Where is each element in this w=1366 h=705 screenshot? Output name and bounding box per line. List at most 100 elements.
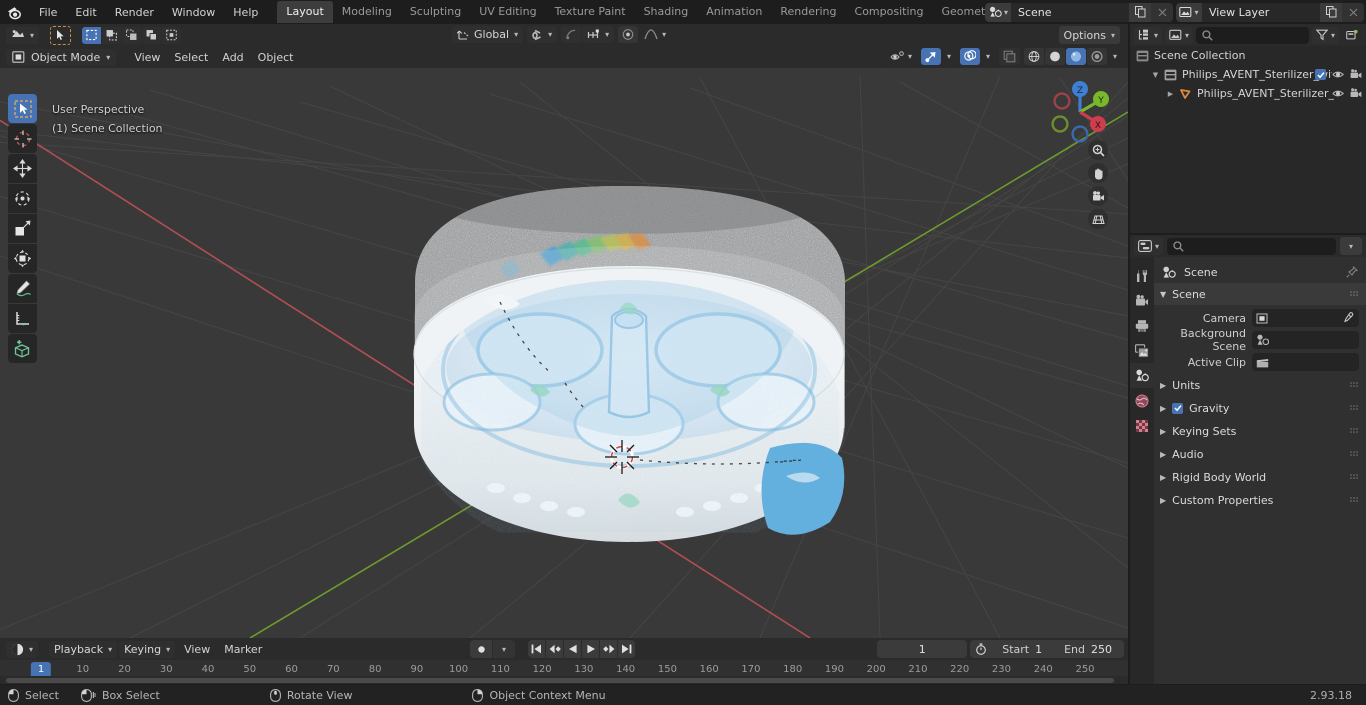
eyedropper-icon[interactable] [1342, 312, 1354, 324]
shading-wireframe-icon[interactable] [1023, 48, 1044, 65]
tool-measure[interactable] [8, 304, 37, 333]
panel-enable-checkbox[interactable] [1172, 402, 1184, 414]
transform-orientation-dropdown[interactable]: Global ▾ [452, 26, 524, 43]
property-field-input[interactable] [1252, 309, 1359, 327]
property-field-active-clip[interactable]: Active Clip [1154, 352, 1366, 372]
property-field-input[interactable] [1252, 331, 1359, 349]
end-frame-value[interactable]: 250 [1091, 643, 1124, 656]
outliner-display-mode-icon[interactable]: ▾ [1134, 26, 1163, 44]
duplicate-icon[interactable] [1129, 2, 1151, 22]
overlays-dropdown[interactable]: ▾ [980, 48, 995, 65]
viewport-menu-object[interactable]: Object [251, 49, 301, 66]
select-box-icon[interactable] [82, 26, 102, 44]
panel-header-units[interactable]: ▶ Units [1154, 374, 1366, 396]
viewport-menu-view[interactable]: View [127, 49, 167, 66]
menu-render[interactable]: Render [106, 3, 163, 22]
property-field-camera[interactable]: Camera [1154, 308, 1366, 328]
disclosure-triangle-right-icon[interactable]: ▶ [1160, 404, 1166, 413]
eye-visibility-icon[interactable] [1332, 69, 1344, 80]
panel-header-rigid-body-world[interactable]: ▶ Rigid Body World [1154, 466, 1366, 488]
object-visibility-dropdown[interactable]: ▾ [884, 48, 917, 65]
zoom-icon[interactable] [1088, 140, 1108, 160]
viewport-toolbar[interactable] [8, 94, 37, 363]
workspace-tab-shading[interactable]: Shading [635, 1, 698, 23]
properties-tab-texture[interactable] [1130, 413, 1154, 438]
tool-select-box[interactable] [8, 94, 37, 123]
outliner-editor[interactable]: ▾ ▾ ▾ Scene Collection ▼ Philips_AVENT_S… [1130, 24, 1366, 233]
filter-id-icon[interactable]: ▾ [1165, 26, 1194, 44]
editor-type-timeline-icon[interactable]: ▾ [6, 640, 39, 658]
scene-name[interactable]: Scene [1011, 3, 1129, 22]
pin-icon[interactable] [1346, 266, 1358, 278]
hand-pan-icon[interactable] [1088, 163, 1108, 183]
workspace-tab-animation[interactable]: Animation [697, 1, 771, 23]
close-icon[interactable] [1151, 2, 1173, 22]
falloff-smooth-dropdown[interactable]: ▾ [639, 26, 672, 43]
workspace-tab-uv-editing[interactable]: UV Editing [470, 1, 545, 23]
tool-annotate[interactable] [8, 274, 37, 303]
snap-target-dropdown[interactable]: ▾ [582, 26, 615, 43]
shading-material-icon[interactable] [1065, 48, 1086, 65]
disclosure-triangle-right-icon[interactable]: ▶ [1160, 496, 1166, 505]
next-keyframe-icon[interactable] [600, 640, 617, 658]
duplicate-icon[interactable] [1320, 2, 1342, 22]
prev-keyframe-icon[interactable] [546, 640, 563, 658]
outliner-row-label[interactable]: Philips_AVENT_Sterilizer_with [1182, 68, 1332, 81]
object-mode-dropdown[interactable]: Object Mode ▾ [6, 48, 117, 66]
current-frame-field[interactable]: 1 [877, 640, 968, 658]
tool-rotate[interactable] [8, 184, 37, 213]
viewport-scene[interactable]: User Perspective (1) Scene Collection Z … [0, 68, 1128, 638]
properties-tab-column[interactable] [1130, 257, 1154, 684]
shading-mode-group[interactable]: ▾ [1023, 48, 1122, 65]
menu-file[interactable]: File [30, 3, 66, 22]
properties-tab-tool[interactable] [1130, 263, 1154, 288]
camera-render-visibility-icon[interactable] [1350, 88, 1362, 99]
workspace-tab-layout[interactable]: Layout [277, 1, 333, 23]
property-field-input[interactable] [1252, 353, 1359, 371]
properties-tab-view-layer[interactable] [1130, 338, 1154, 363]
property-field-background-scene[interactable]: Background Scene [1154, 327, 1366, 353]
outliner-search-input[interactable] [1196, 26, 1309, 44]
editor-type-3dview-icon[interactable]: ▾ [6, 26, 40, 44]
outliner-row-toggles[interactable] [1315, 69, 1362, 80]
play-icon[interactable] [582, 640, 599, 658]
outliner-row-label[interactable]: Scene Collection [1154, 49, 1245, 62]
overlays-toggle-icon[interactable] [959, 48, 980, 65]
new-collection-icon[interactable] [1342, 26, 1362, 44]
menu-window[interactable]: Window [163, 3, 224, 22]
record-keyframes-icon[interactable] [470, 640, 492, 658]
timeline-editor[interactable]: ▾ Playback ▾ Keying ▾ View Marker ▾ 1 St… [0, 638, 1128, 684]
properties-tab-output[interactable] [1130, 313, 1154, 338]
viewport-menu-select[interactable]: Select [167, 49, 215, 66]
panel-header-keying-sets[interactable]: ▶ Keying Sets [1154, 420, 1366, 442]
closed-panels[interactable]: ▶ Units ▶ Gravity ▶ Keying Sets ▶ Audio ▶ Rigid B… [1154, 374, 1366, 511]
viewport-nav-buttons[interactable] [1088, 140, 1108, 229]
3d-viewport[interactable]: User Perspective (1) Scene Collection Z … [0, 24, 1128, 638]
shading-rendered-icon[interactable] [1086, 48, 1107, 65]
timeline-menu-keying[interactable]: Keying ▾ [119, 640, 176, 658]
panel-header-custom-properties[interactable]: ▶ Custom Properties [1154, 489, 1366, 511]
select-subtract-icon[interactable] [122, 26, 142, 44]
editor-type-properties-icon[interactable]: ▾ [1134, 237, 1164, 255]
navigation-gizmo[interactable]: Z Y X [1044, 76, 1116, 148]
outliner-rows[interactable]: Scene Collection ▼ Philips_AVENT_Sterilize… [1130, 46, 1366, 103]
outliner-row-toggles[interactable] [1332, 88, 1362, 99]
select-mode-group[interactable] [82, 26, 182, 44]
snap-magnet-toggle[interactable]: ▾ [527, 26, 558, 43]
viewlayer-name[interactable]: View Layer [1202, 3, 1320, 22]
workspace-tab-compositing[interactable]: Compositing [846, 1, 933, 23]
panel-header-gravity[interactable]: ▶ Gravity [1154, 397, 1366, 419]
timeline-menu-view[interactable]: View [177, 641, 217, 658]
start-frame-value[interactable]: 1 [1035, 643, 1054, 656]
frame-range-fields[interactable]: Start 1 End 250 [970, 640, 1124, 658]
tool-move[interactable] [8, 154, 37, 183]
disclosure-triangle-right-icon[interactable]: ▶ [1160, 450, 1166, 459]
viewlayer-id-block[interactable]: ▾ View Layer [1176, 2, 1364, 22]
shading-solid-icon[interactable] [1044, 48, 1065, 65]
disclosure-triangle-right-icon[interactable]: ▶ [1164, 90, 1177, 98]
outliner-row[interactable]: ▼ Philips_AVENT_Sterilizer_with [1130, 65, 1366, 84]
outliner-row[interactable]: ▶ Philips_AVENT_Sterilizer_ [1130, 84, 1366, 103]
disclosure-triangle-right-icon[interactable]: ▶ [1160, 427, 1166, 436]
gizmo-dropdown[interactable]: ▾ [941, 48, 956, 65]
workspace-tab-modeling[interactable]: Modeling [333, 1, 401, 23]
